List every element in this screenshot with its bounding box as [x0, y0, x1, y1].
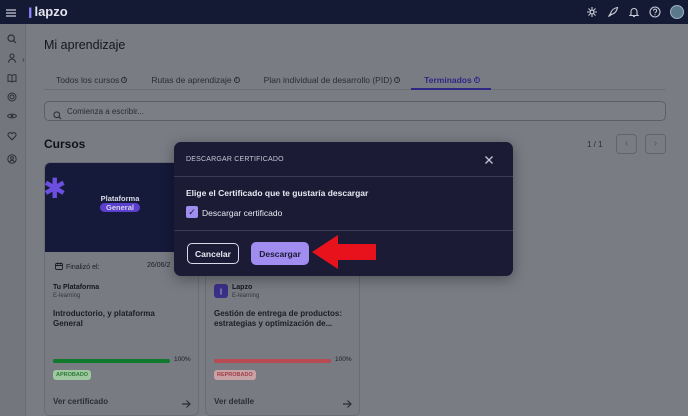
tab-label: Todos los cursos: [56, 75, 120, 85]
view-detail-link[interactable]: Ver detalle: [214, 397, 254, 406]
avatar[interactable]: [670, 5, 684, 19]
progress-fill: [214, 359, 331, 363]
calendar-icon: [55, 262, 63, 272]
team-icon[interactable]: [7, 151, 17, 164]
thumbnail-title: Plataforma: [100, 194, 140, 203]
top-bar: ꞁ lapzo: [0, 0, 688, 24]
info-icon: i: [473, 77, 480, 83]
cancel-button[interactable]: Cancelar: [187, 243, 239, 264]
modal-divider: [174, 230, 513, 231]
status-badge: REPROBADO: [214, 370, 256, 380]
download-button[interactable]: Descargar: [251, 242, 309, 265]
pager-text: 1 / 1: [587, 140, 603, 149]
progress-percent: 100%: [174, 356, 191, 363]
search-icon: [53, 107, 62, 120]
logo-mark: ꞁ: [28, 3, 33, 18]
app-name: lapzo: [34, 3, 68, 19]
book-icon[interactable]: [7, 70, 17, 83]
modal-question: Elige el Certificado que te gustaría des…: [186, 188, 369, 198]
help-icon[interactable]: [649, 6, 661, 18]
search-bar[interactable]: [44, 101, 666, 121]
rocket-icon[interactable]: [607, 6, 619, 18]
modal-divider: [174, 176, 513, 177]
tab-bar: Todos los cursos i Rutas de aprendizaje …: [56, 71, 504, 89]
left-sidebar: ›: [0, 24, 26, 416]
org-type: E-learning: [53, 293, 81, 299]
checkbox-label[interactable]: Descargar certificado: [202, 208, 282, 218]
bell-icon[interactable]: [628, 6, 640, 18]
user-icon[interactable]: [7, 50, 17, 63]
active-tab-indicator: [411, 88, 491, 90]
tab-plan-individual[interactable]: Plan individual de desarrollo (PID) i: [264, 71, 401, 89]
info-icon: i: [121, 77, 128, 83]
finish-row: Finalizó el:: [55, 262, 99, 272]
org-name: Tu Plataforma: [53, 284, 100, 291]
arrow-right-icon[interactable]: [342, 396, 352, 408]
progress-percent: 100%: [335, 356, 352, 363]
star-decoration-icon: ✱: [44, 173, 67, 204]
eye-icon[interactable]: [6, 108, 18, 119]
arrow-right-icon[interactable]: [181, 396, 191, 408]
progress-bar: [214, 359, 331, 363]
annotation-arrow-icon: [312, 235, 376, 269]
heart-icon[interactable]: [7, 128, 17, 141]
search-icon[interactable]: [7, 31, 17, 44]
info-icon: i: [394, 77, 401, 83]
sidebar-expand-icon[interactable]: ›: [22, 55, 25, 64]
section-title: Cursos: [44, 137, 86, 151]
page-title: Mi aprendizaje: [44, 38, 126, 52]
tab-label: Plan individual de desarrollo (PID): [263, 75, 393, 85]
close-icon[interactable]: [483, 153, 495, 165]
tab-terminados[interactable]: Terminados i: [424, 71, 480, 89]
org-logo-icon: ꞁ: [214, 284, 228, 298]
info-icon: i: [233, 77, 240, 83]
org-type: E-learning: [232, 293, 260, 299]
app-logo[interactable]: ꞁ lapzo: [28, 3, 68, 19]
target-icon[interactable]: [7, 89, 17, 102]
tab-divider: [44, 89, 666, 90]
thumbnail-subtitle: General: [100, 203, 140, 212]
modal-title: DESCARGAR CERTIFICADO: [186, 156, 284, 163]
finish-date: 26/06/2: [147, 262, 171, 269]
progress-bar: [53, 359, 170, 363]
tab-rutas-de-aprendizaje[interactable]: Rutas de aprendizaje i: [151, 71, 240, 89]
tab-label: Rutas de aprendizaje: [151, 75, 232, 85]
view-certificate-link[interactable]: Ver certificado: [53, 397, 108, 406]
finish-label: Finalizó el:: [66, 263, 100, 271]
menu-icon[interactable]: [6, 6, 16, 18]
status-badge: APROBADO: [53, 370, 92, 380]
tab-label: Terminados: [424, 75, 472, 85]
search-input[interactable]: [67, 105, 647, 118]
sparkle-icon[interactable]: [586, 6, 598, 18]
org-name: Lapzo: [232, 284, 253, 291]
pager-next-button[interactable]: ›: [645, 134, 666, 154]
thumbnail-text: Plataforma General: [85, 194, 155, 212]
tab-todos-los-cursos[interactable]: Todos los cursos i: [56, 71, 128, 89]
course-title: Introductorio, y plataforma General: [53, 309, 155, 328]
course-title: Gestión de entrega de productos: estrate…: [214, 309, 343, 328]
pager-prev-button[interactable]: ‹: [616, 134, 637, 154]
download-certificate-checkbox[interactable]: ✓: [186, 206, 198, 218]
top-icons: [577, 0, 688, 24]
progress-fill: [53, 359, 170, 363]
